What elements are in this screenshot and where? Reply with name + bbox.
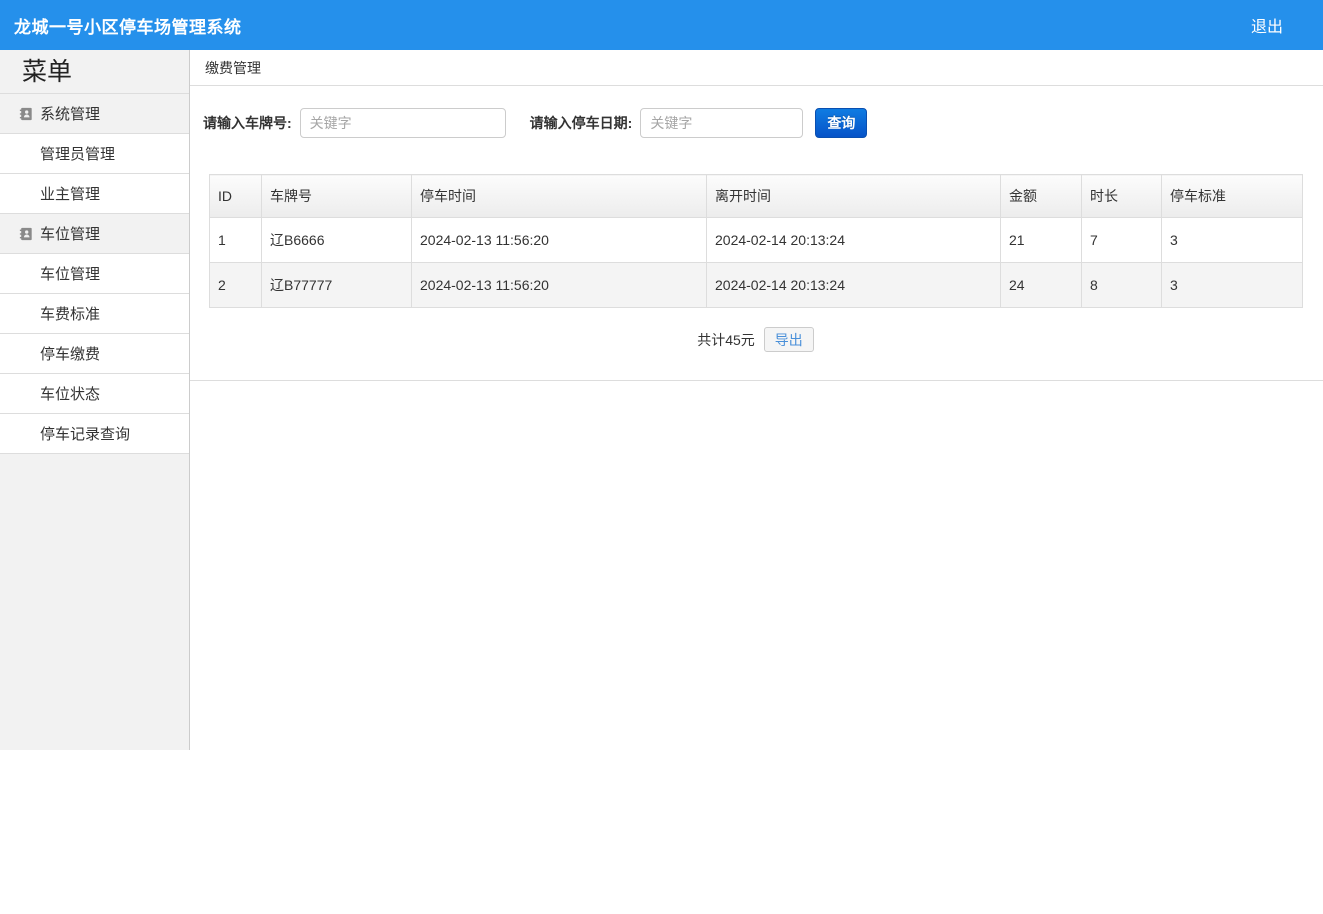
parking-date-input[interactable] [640,108,803,138]
sidebar-item-space-management[interactable]: 车位管理 [0,254,189,294]
search-bar: 请输入车牌号: 请输入停车日期: 查询 [203,108,1323,138]
sidebar-group-label: 车位管理 [40,223,100,244]
parking-date-label: 请输入停车日期: [530,113,633,133]
sidebar-item-parking-payment[interactable]: 停车缴费 [0,334,189,374]
address-book-icon [19,227,33,241]
table-row: 2 辽B77777 2024-02-13 11:56:20 2024-02-14… [210,263,1303,308]
cell-park-time: 2024-02-13 11:56:20 [412,218,707,263]
app-window: 龙城一号小区停车场管理系统 退出 菜单 系统管理 [0,0,1323,914]
app-header: 龙城一号小区停车场管理系统 退出 [0,0,1323,50]
cell-standard: 3 [1162,263,1303,308]
cell-plate: 辽B6666 [262,218,412,263]
cell-standard: 3 [1162,218,1303,263]
plate-number-input[interactable] [300,108,506,138]
table-header-row: ID 车牌号 停车时间 离开时间 金额 时长 停车标准 [210,175,1303,218]
sidebar-group-parking-management[interactable]: 车位管理 [0,214,189,254]
cell-id: 1 [210,218,262,263]
cell-duration: 8 [1082,263,1162,308]
sidebar-group-label: 系统管理 [40,103,100,124]
cell-amount: 21 [1001,218,1082,263]
export-button[interactable]: 导出 [764,327,814,352]
column-header-leave-time: 离开时间 [707,175,1001,218]
sidebar-filler [0,454,189,750]
column-header-standard: 停车标准 [1162,175,1303,218]
column-header-amount: 金额 [1001,175,1082,218]
main-content: 缴费管理 请输入车牌号: 请输入停车日期: 查询 ID [190,50,1323,914]
cell-id: 2 [210,263,262,308]
address-book-icon [19,107,33,121]
total-amount-text: 共计45元 [697,330,755,350]
sidebar-title: 菜单 [0,50,189,94]
cell-duration: 7 [1082,218,1162,263]
sidebar-item-owner-management[interactable]: 业主管理 [0,174,189,214]
column-header-duration: 时长 [1082,175,1162,218]
column-header-id: ID [210,175,262,218]
sidebar-item-space-status[interactable]: 车位状态 [0,374,189,414]
column-header-plate: 车牌号 [262,175,412,218]
query-button[interactable]: 查询 [815,108,867,138]
sidebar-group-system-management[interactable]: 系统管理 [0,94,189,134]
payment-table: ID 车牌号 停车时间 离开时间 金额 时长 停车标准 1 辽B6666 [209,174,1303,308]
sidebar: 菜单 系统管理 管理员管理 业主管理 [0,50,190,750]
sidebar-item-record-query[interactable]: 停车记录查询 [0,414,189,454]
cell-leave-time: 2024-02-14 20:13:24 [707,263,1001,308]
breadcrumb: 缴费管理 [190,50,1323,86]
sidebar-item-admin-management[interactable]: 管理员管理 [0,134,189,174]
table-footer: 共计45元 导出 [209,327,1302,352]
logout-button[interactable]: 退出 [1251,13,1283,37]
table-row: 1 辽B6666 2024-02-13 11:56:20 2024-02-14 … [210,218,1303,263]
app-title: 龙城一号小区停车场管理系统 [14,13,242,38]
cell-amount: 24 [1001,263,1082,308]
column-header-park-time: 停车时间 [412,175,707,218]
cell-leave-time: 2024-02-14 20:13:24 [707,218,1001,263]
cell-plate: 辽B77777 [262,263,412,308]
plate-number-label: 请输入车牌号: [203,113,292,133]
sidebar-item-fee-standard[interactable]: 车费标准 [0,294,189,334]
cell-park-time: 2024-02-13 11:56:20 [412,263,707,308]
